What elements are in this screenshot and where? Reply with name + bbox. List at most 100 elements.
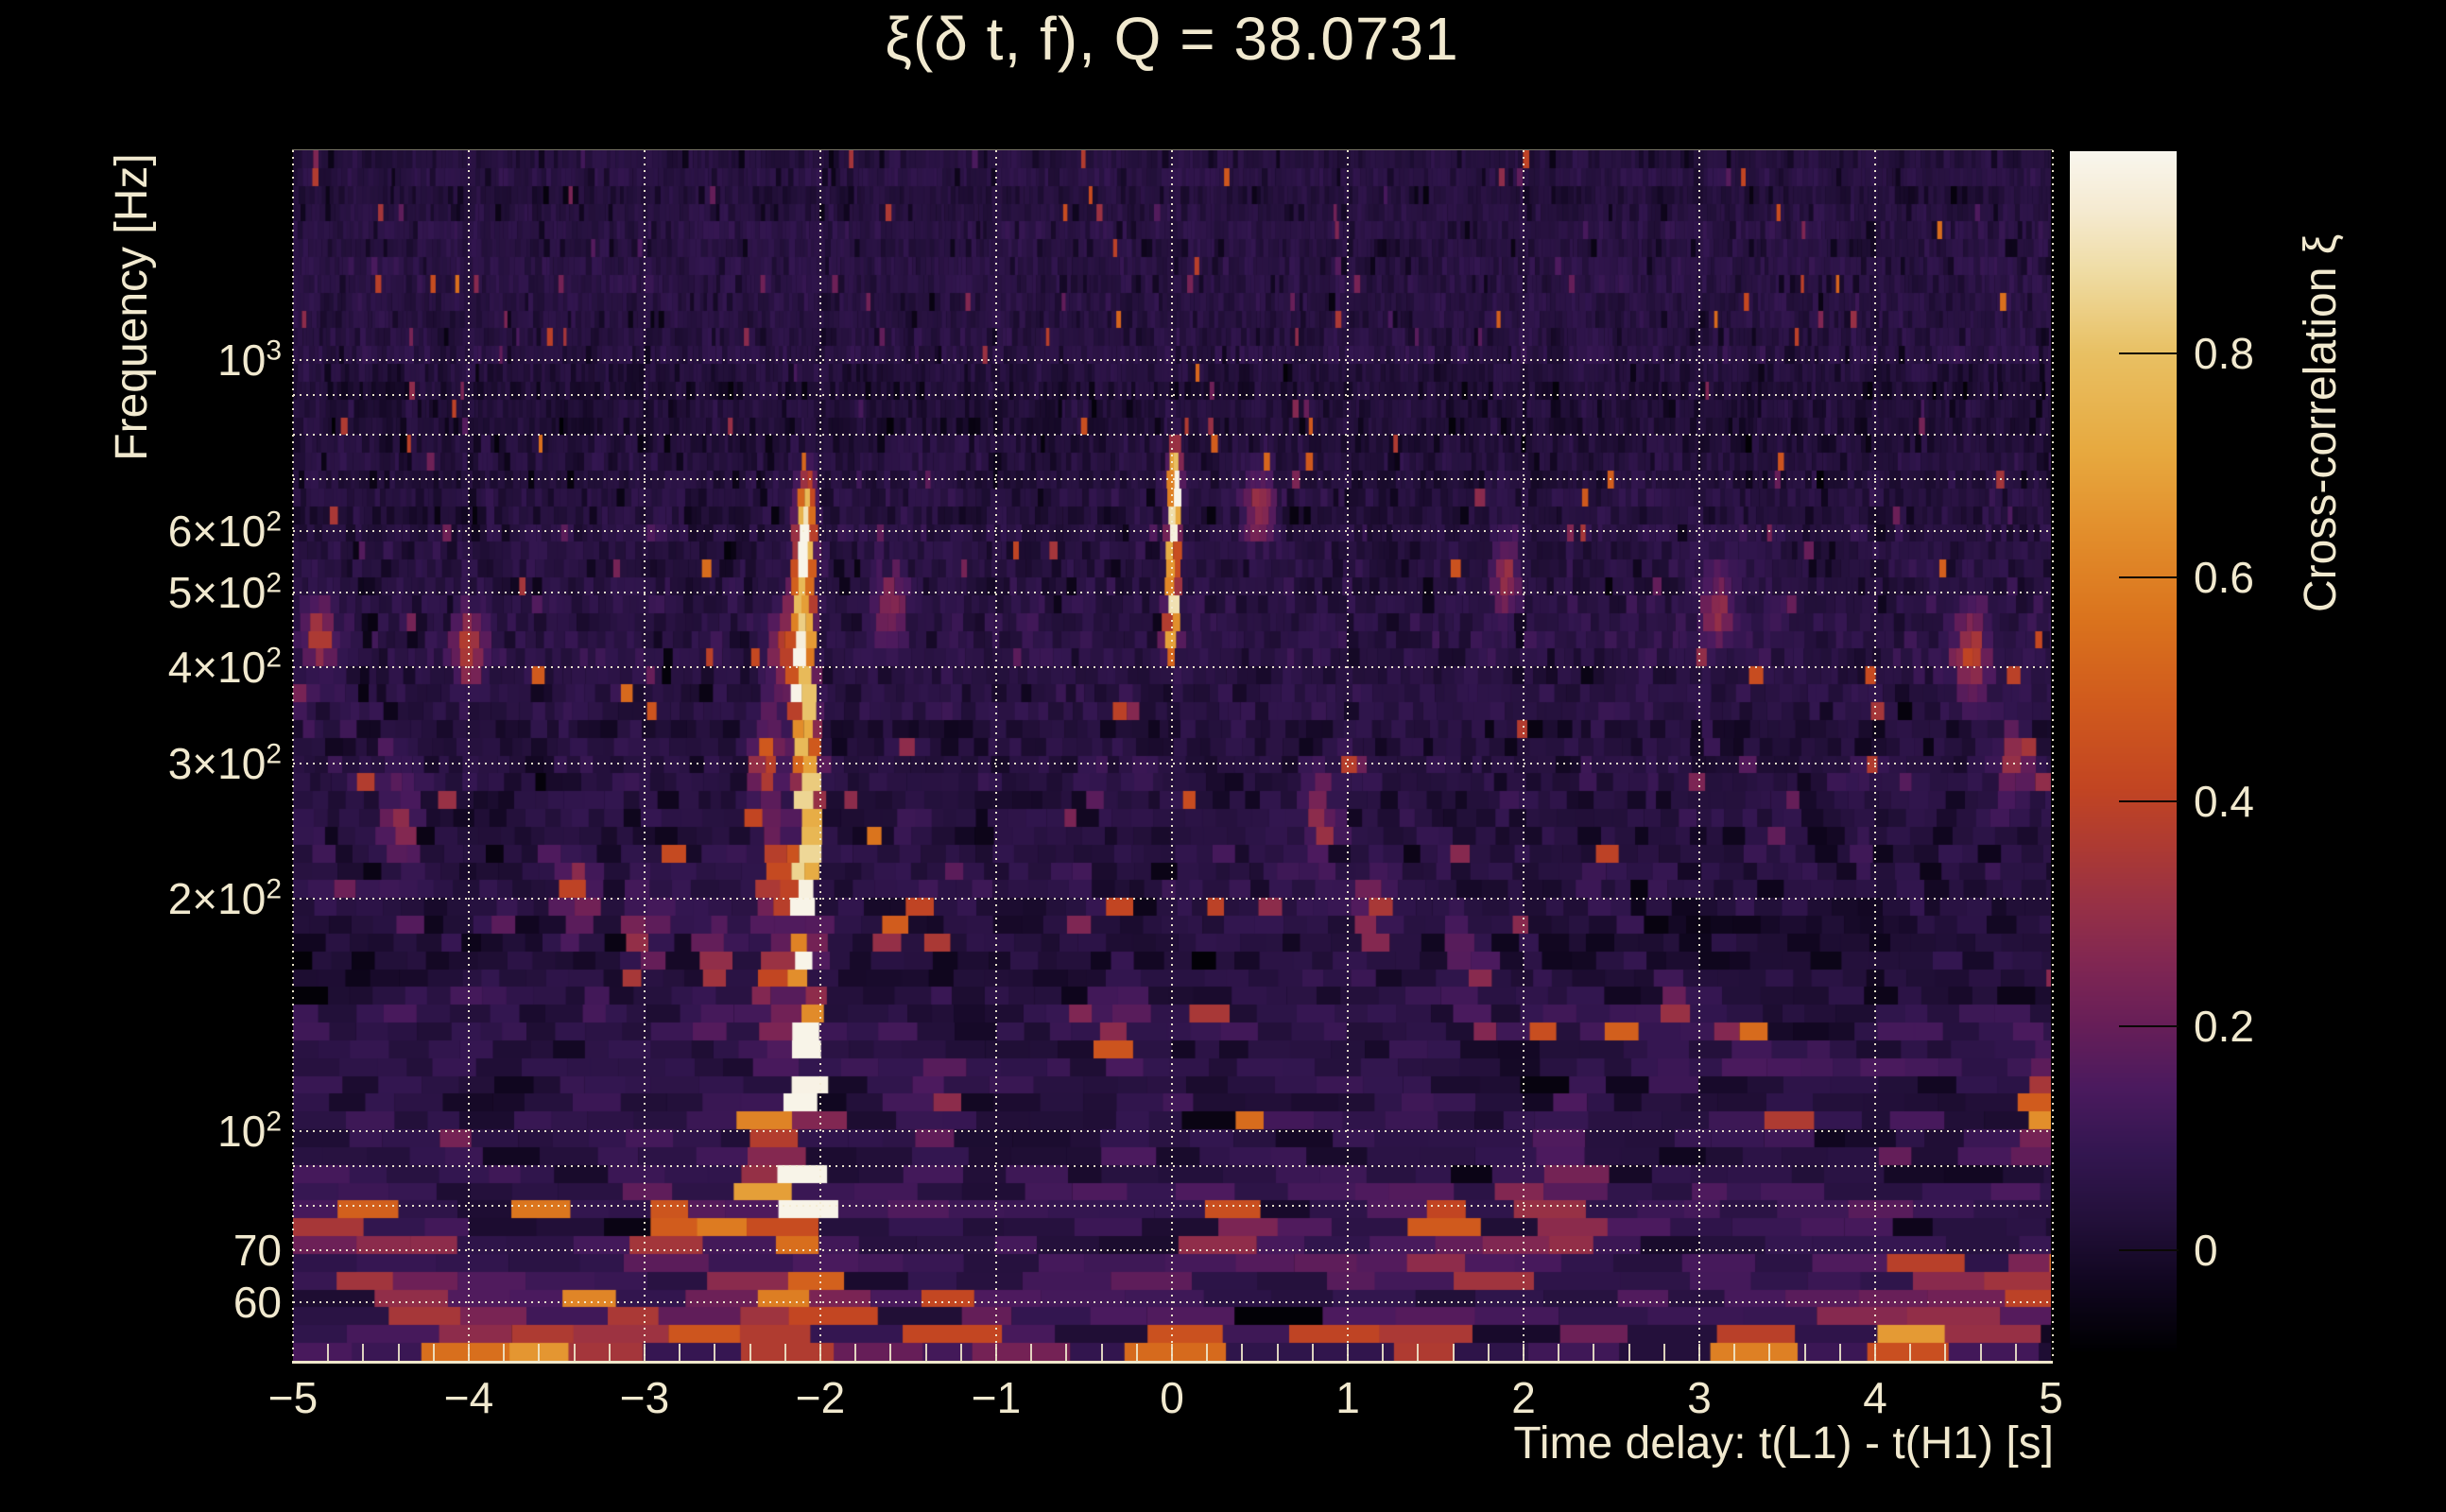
- y-gridline: [293, 762, 2051, 765]
- y-tick-label: 102: [217, 1106, 282, 1156]
- y-gridline: [293, 478, 2051, 481]
- x-axis-minor-tick: [854, 1344, 857, 1361]
- x-axis-minor-tick: [1417, 1344, 1420, 1361]
- x-gridline: [819, 150, 821, 1361]
- x-axis-minor-tick: [1452, 1344, 1455, 1361]
- y-gridline: [293, 1130, 2051, 1132]
- x-axis-minor-tick: [1171, 1344, 1173, 1361]
- x-axis-minor-tick: [1733, 1344, 1736, 1361]
- plot-spine-right: [2052, 150, 2054, 1361]
- y-tick-label: 3×102: [167, 738, 282, 788]
- y-tick-label: 60: [233, 1278, 282, 1328]
- x-axis-minor-tick: [362, 1344, 365, 1361]
- x-gridline: [468, 150, 470, 1361]
- x-gridline: [1698, 150, 1700, 1361]
- x-axis-minor-tick: [1803, 1344, 1806, 1361]
- y-tick-label: 70: [233, 1226, 282, 1276]
- x-axis-minor-tick: [1241, 1344, 1244, 1361]
- x-axis-title: Time delay: t(L1) - t(H1) [s]: [1513, 1418, 2054, 1469]
- x-axis-minor-tick: [924, 1344, 927, 1361]
- x-axis-minor-tick: [679, 1344, 681, 1361]
- y-tick-label: 6×102: [167, 506, 282, 557]
- x-axis-minor-tick: [608, 1344, 611, 1361]
- colorbar-tick-label: 0.6: [2194, 553, 2254, 603]
- x-axis-minor-tick: [1628, 1344, 1630, 1361]
- x-axis-minor-tick: [1135, 1344, 1138, 1361]
- x-axis-minor-tick: [1311, 1344, 1314, 1361]
- x-axis-minor-tick: [538, 1344, 541, 1361]
- colorbar-gradient: [2070, 151, 2177, 1351]
- x-gridline: [644, 150, 646, 1361]
- y-gridline: [293, 359, 2051, 361]
- x-tick-label: −4: [443, 1373, 494, 1422]
- x-axis-minor-tick: [468, 1344, 470, 1361]
- x-axis-minor-tick: [995, 1344, 997, 1361]
- x-axis-minor-tick: [503, 1344, 506, 1361]
- y-gridline: [293, 591, 2051, 593]
- colorbar-tick-label: 0.8: [2194, 328, 2254, 378]
- x-axis-minor-tick: [1768, 1344, 1771, 1361]
- y-gridline: [293, 1205, 2051, 1208]
- x-axis-minor-tick: [1944, 1344, 1947, 1361]
- colorbar-tick-line: [2119, 576, 2179, 579]
- y-gridline: [293, 1301, 2051, 1304]
- plot-spine-bottom: [292, 1361, 2053, 1364]
- x-axis-minor-tick: [1276, 1344, 1279, 1361]
- x-tick-label: 2: [1511, 1373, 1536, 1422]
- x-gridline: [1874, 150, 1876, 1361]
- colorbar-title: Cross-correlation ξ: [2296, 233, 2346, 612]
- y-gridline: [293, 530, 2051, 533]
- x-axis-minor-tick: [749, 1344, 751, 1361]
- x-axis-minor-tick: [327, 1344, 330, 1361]
- x-axis-minor-tick: [1206, 1344, 1209, 1361]
- x-axis-minor-tick: [432, 1344, 435, 1361]
- x-axis-minor-tick: [1593, 1344, 1595, 1361]
- x-axis-minor-tick: [573, 1344, 576, 1361]
- colorbar-tick-line: [2119, 800, 2179, 803]
- x-tick-label: 0: [1160, 1373, 1184, 1422]
- x-axis-minor-tick: [819, 1344, 821, 1361]
- x-tick-label: −3: [619, 1373, 670, 1422]
- x-axis-minor-tick: [2014, 1344, 2017, 1361]
- colorbar-tick-label: 0.4: [2194, 777, 2254, 827]
- colorbar-tick-line: [2119, 1249, 2179, 1252]
- x-tick-label: −2: [795, 1373, 846, 1422]
- x-axis-minor-tick: [889, 1344, 892, 1361]
- colorbar-tick-label: 0.2: [2194, 1001, 2254, 1051]
- x-axis-minor-tick: [1979, 1344, 1982, 1361]
- x-axis-minor-tick: [1382, 1344, 1385, 1361]
- colorbar-tick-label: 0: [2194, 1226, 2218, 1276]
- x-tick-label: −1: [971, 1373, 1022, 1422]
- x-axis-minor-tick: [397, 1344, 400, 1361]
- x-axis-minor-tick: [714, 1344, 716, 1361]
- x-axis-minor-tick: [1838, 1344, 1841, 1361]
- x-tick-label: 1: [1335, 1373, 1360, 1422]
- figure-root: { "figure": { "title": "ξ(δ t, f), Q = 3…: [0, 0, 2446, 1512]
- x-tick-label: 4: [1863, 1373, 1887, 1422]
- x-axis-minor-tick: [1698, 1344, 1700, 1361]
- colorbar-tick-line: [2119, 352, 2179, 354]
- x-axis-minor-tick: [1487, 1344, 1490, 1361]
- x-gridline: [995, 150, 997, 1361]
- x-gridline: [1523, 150, 1524, 1361]
- x-axis-minor-tick: [644, 1344, 646, 1361]
- x-gridline: [1171, 150, 1173, 1361]
- y-tick-label: 5×102: [167, 567, 282, 617]
- y-tick-label: 4×102: [167, 642, 282, 692]
- y-axis-title: Frequency [Hz]: [107, 153, 157, 461]
- x-tick-label: 3: [1687, 1373, 1712, 1422]
- chart-title: ξ(δ t, f), Q = 38.0731: [885, 5, 1459, 73]
- y-gridline: [293, 1249, 2051, 1252]
- x-axis-minor-tick: [1523, 1344, 1524, 1361]
- plot-spine-left: [292, 150, 294, 1361]
- y-gridline: [293, 394, 2051, 397]
- y-gridline: [293, 434, 2051, 437]
- x-axis-minor-tick: [1662, 1344, 1665, 1361]
- y-tick-label: 2×102: [167, 874, 282, 924]
- y-gridline: [293, 898, 2051, 901]
- x-axis-minor-tick: [1909, 1344, 1912, 1361]
- x-axis-minor-tick: [1558, 1344, 1560, 1361]
- x-gridline: [1347, 150, 1349, 1361]
- x-axis-minor-tick: [1347, 1344, 1349, 1361]
- y-gridline: [293, 665, 2051, 668]
